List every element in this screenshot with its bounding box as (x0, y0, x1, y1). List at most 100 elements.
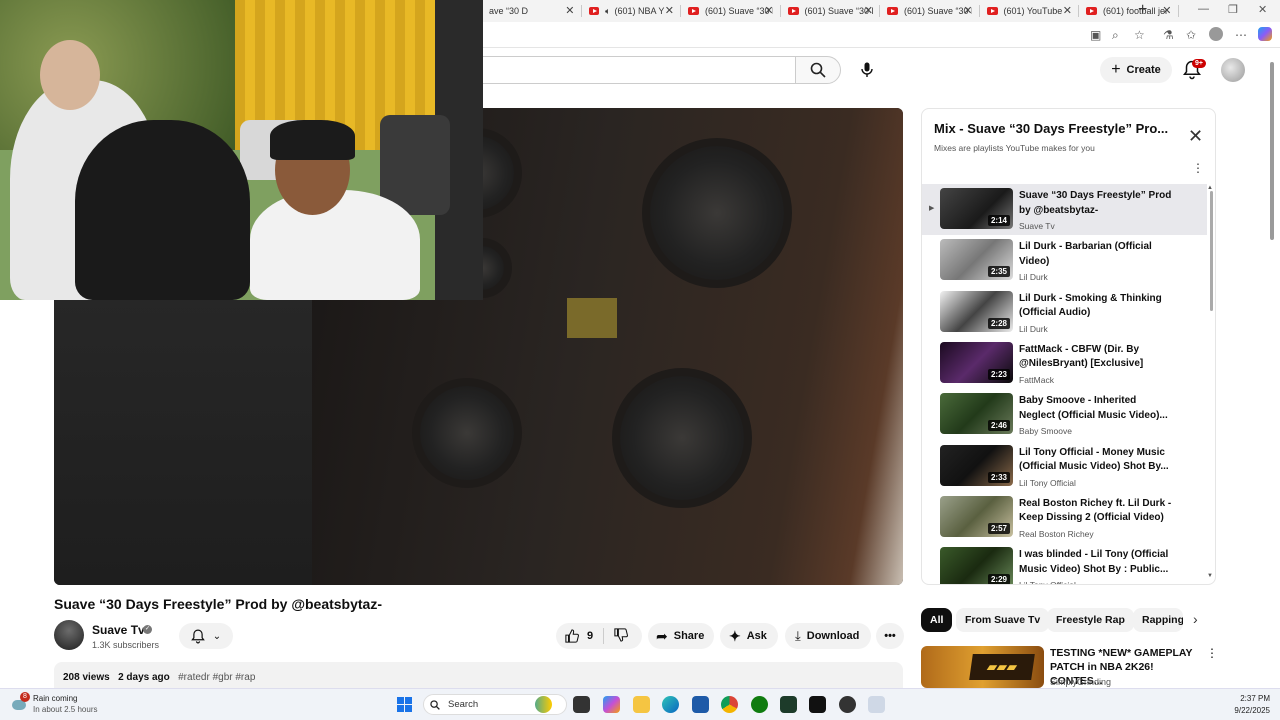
playlist-item[interactable]: 2:35 Lil Durk - Barbarian (Official Video… (922, 235, 1207, 286)
browser-tab[interactable]: (601) Suave “30 D ✕ (881, 0, 979, 22)
zoom-icon[interactable]: ⌕ (1112, 28, 1119, 43)
playlist-more-icon[interactable]: ⋮ (1192, 161, 1204, 175)
playlist-thumbnail[interactable]: 2:35 (940, 239, 1013, 281)
widgets-icon[interactable] (535, 696, 552, 713)
app-icon[interactable] (809, 696, 826, 713)
playlist-item[interactable]: 2:33 Lil Tony Official - Money Music (Off… (922, 441, 1207, 492)
channel-avatar[interactable] (54, 620, 84, 650)
chrome-icon[interactable] (721, 696, 738, 713)
browser-tab[interactable]: (601) YouTube ✕ (981, 0, 1079, 22)
playlist-item[interactable]: 2:28 Lil Durk - Smoking & Thinking (Offic… (922, 287, 1207, 338)
close-tab-icon[interactable]: ✕ (665, 4, 674, 17)
download-button[interactable]: ⤓ Download (785, 623, 871, 649)
minimize-button[interactable]: — (1198, 3, 1209, 15)
browser-tab[interactable]: 🔈︎ (601) NBA Y ✕ (583, 0, 681, 22)
chip-freestyle-rap[interactable]: Freestyle Rap (1047, 608, 1134, 632)
search-button[interactable] (795, 56, 841, 84)
channel-name[interactable]: Suave Tv (92, 623, 145, 637)
browser-tab[interactable]: (601) football jer ✕ (1080, 0, 1178, 22)
playlist-thumbnail[interactable]: 2:29 (940, 547, 1013, 584)
playlist-item-title[interactable]: Real Boston Richey ft. Lil Durk - Keep D… (1019, 497, 1174, 526)
chip-all[interactable]: All (921, 608, 953, 632)
chevron-right-icon[interactable]: › (1193, 611, 1198, 627)
playlist-scrollbar[interactable] (1210, 191, 1213, 311)
browser-tab[interactable]: (601) Suave “30 D ✕ (682, 0, 780, 22)
playlist-item[interactable]: 2:23 FattMack - CBFW (Dir. By @NilesBryan… (922, 338, 1207, 389)
playlist-item-title[interactable]: Lil Durk - Barbarian (Official Video) (1019, 240, 1174, 269)
playlist-item[interactable]: ▶ 2:14 Suave “30 Days Freestyle” Prod by @… (922, 184, 1207, 235)
app-icon[interactable] (839, 696, 856, 713)
extension-icon[interactable]: ⚗ (1163, 28, 1174, 42)
tab-separator (879, 5, 880, 17)
playlist-item-title[interactable]: Baby Smoove - Inherited Neglect (Officia… (1019, 394, 1174, 423)
close-tab-icon[interactable]: ✕ (764, 4, 773, 17)
browser-tab[interactable]: (601) Suave “30 D ✕ (782, 0, 880, 22)
weather-widget[interactable]: Rain coming In about 2.5 hours (33, 693, 98, 715)
youtube-favicon-icon (688, 7, 699, 15)
ask-button[interactable]: ✦ Ask (720, 623, 778, 649)
playlist-thumbnail[interactable]: 2:46 (940, 393, 1013, 435)
playlist-thumbnail[interactable]: 2:14 (940, 188, 1013, 229)
page-scrollbar[interactable] (1270, 62, 1274, 240)
playlist-item-title[interactable]: Lil Durk - Smoking & Thinking (Official … (1019, 292, 1174, 321)
start-button[interactable] (397, 697, 412, 712)
playlist-item[interactable]: 2:46 Baby Smoove - Inherited Neglect (Off… (922, 389, 1207, 440)
account-avatar[interactable] (1221, 58, 1245, 82)
close-tab-icon[interactable]: ✕ (864, 4, 873, 17)
copilot-icon[interactable] (1258, 27, 1272, 41)
taskbar-clock[interactable]: 2:37 PM 9/22/2025 (1220, 693, 1270, 717)
like-button[interactable]: 9 (565, 629, 593, 643)
xbox-icon[interactable] (751, 696, 768, 713)
close-playlist-icon[interactable]: ✕ (1188, 127, 1203, 145)
dislike-button[interactable] (614, 627, 629, 645)
playlist-thumbnail[interactable]: 2:28 (940, 290, 1013, 332)
video-duration: 2:57 (987, 522, 1010, 534)
playlist-thumbnail[interactable]: 2:33 (940, 444, 1013, 486)
search-input[interactable] (470, 56, 796, 84)
copilot-icon[interactable] (603, 696, 620, 713)
close-tab-icon[interactable]: ✕ (1063, 4, 1072, 17)
scroll-up-icon[interactable]: ▲ (1207, 185, 1213, 191)
more-actions-button[interactable]: ••• (876, 623, 904, 649)
store-icon[interactable] (692, 696, 709, 713)
create-button[interactable]: + Create (1100, 57, 1172, 83)
more-icon[interactable]: ⋯ (1235, 28, 1247, 42)
close-window-button[interactable]: ✕ (1258, 3, 1267, 16)
subscription-notification-button[interactable]: ⌄ (179, 623, 233, 649)
browser-tab[interactable]: ave “30 D ✕ (483, 0, 581, 22)
app-icon[interactable]: ▣ (1090, 28, 1101, 42)
new-tab-button[interactable]: + (1138, 1, 1147, 19)
star-icon[interactable]: ☆ (1134, 28, 1145, 42)
favorites-icon[interactable]: ✩ (1186, 28, 1196, 42)
close-tab-icon[interactable]: ✕ (963, 4, 972, 17)
close-tab-icon[interactable]: ✕ (1162, 4, 1171, 17)
playlist-item[interactable]: 2:57 Real Boston Richey ft. Lil Durk - Ke… (922, 492, 1207, 543)
playlist-thumbnail[interactable]: 2:23 (940, 341, 1013, 383)
speaker-icon[interactable]: 🔈︎ (605, 6, 610, 17)
playlist-item-title[interactable]: I was blinded - Lil Tony (Official Music… (1019, 548, 1174, 577)
chip-from-channel[interactable]: From Suave Tv (956, 608, 1050, 632)
recommendation-thumbnail[interactable]: ▰▰▰ (921, 646, 1044, 688)
terminal-icon[interactable] (780, 696, 797, 713)
recommendation-channel[interactable]: SimplyGrinding (1050, 677, 1111, 687)
playlist-item-title[interactable]: FattMack - CBFW (Dir. By @NilesBryant) [… (1019, 343, 1174, 372)
recommendation-more-icon[interactable]: ⋮ (1206, 646, 1218, 660)
share-button[interactable]: ➦ Share (648, 623, 714, 649)
close-tab-icon[interactable]: ✕ (565, 4, 574, 17)
file-explorer-icon[interactable] (633, 696, 650, 713)
profile-icon[interactable] (1209, 27, 1223, 41)
playlist-thumbnail[interactable]: 2:57 (940, 495, 1013, 537)
voice-search-button[interactable] (852, 55, 882, 85)
hashtags[interactable]: #ratedr #gbr #rap (178, 672, 255, 683)
video-duration: 2:33 (987, 471, 1010, 483)
playlist-title[interactable]: Mix - Suave “30 Days Freestyle” Pro... (934, 121, 1179, 136)
settings-icon[interactable] (868, 696, 885, 713)
scroll-down-icon[interactable]: ▼ (1207, 573, 1213, 579)
chip-rapping[interactable]: Rapping (1133, 608, 1183, 632)
playlist-item-title[interactable]: Lil Tony Official - Money Music (Officia… (1019, 446, 1174, 475)
playlist-item-title[interactable]: Suave “30 Days Freestyle” Prod by @beats… (1019, 189, 1174, 218)
restore-button[interactable]: ❐ (1228, 3, 1238, 16)
task-view-icon[interactable] (573, 696, 590, 713)
playlist-item[interactable]: 2:29 I was blinded - Lil Tony (Official M… (922, 543, 1207, 584)
edge-icon[interactable] (662, 696, 679, 713)
